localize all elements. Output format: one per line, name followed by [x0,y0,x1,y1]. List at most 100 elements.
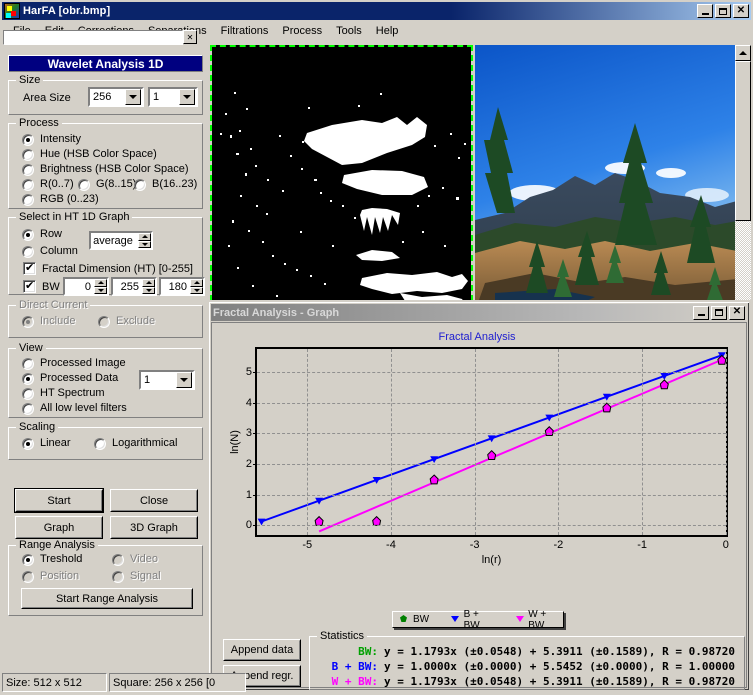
source-photo[interactable] [475,45,735,311]
start-button[interactable]: Start [15,489,103,512]
radio-treshold[interactable] [22,554,34,566]
menu-tools[interactable]: Tools [329,23,369,39]
label-processed-image: Processed Image [40,357,126,369]
mini-horizontal-scrollbar[interactable]: ✕ [3,30,197,45]
label-all-low-level-filters: All low level filters [40,402,127,414]
radio-intensity[interactable] [22,134,34,146]
x-tick-label: -1 [637,539,647,551]
radio-row[interactable] [22,229,34,241]
processed-data-index-combo[interactable]: 1 [139,370,195,390]
gridline-vertical [390,349,392,535]
close-button[interactable]: ✕ [733,4,749,18]
bw-max-spinner[interactable]: 255 [111,277,157,296]
label-processed-data: Processed Data [40,372,119,384]
caret-up-icon [739,51,747,55]
spinner-down-icon[interactable] [94,286,107,294]
start-range-analysis-button[interactable]: Start Range Analysis [21,588,193,609]
y-tick-mark [253,402,257,404]
graph-maximize-button[interactable] [711,305,727,320]
stats-equation-bw: y = 1.1793x (±0.0548) + 5.3911 (±0.1589)… [384,645,735,658]
x-tick-label: -5 [302,539,313,551]
y-tick-label: 4 [245,396,252,409]
radio-ht-spectrum[interactable] [22,388,34,400]
select-ht-group: Select in HT 1D Graph Row Column average… [8,211,205,296]
size-group-label: Size [16,74,44,86]
scrollbar-thumb[interactable] [735,61,751,221]
radio-processed-image[interactable] [22,358,34,370]
radio-linear[interactable] [22,438,34,450]
radio-hue[interactable] [22,149,34,161]
channel-combo[interactable]: 1 [148,87,198,107]
graph-window-body: Fractal Analysis ln(N) ln(r) -5 -4 -3 -2 -1 0… [211,322,747,690]
radio-logarithmical[interactable] [94,438,106,450]
radio-processed-data[interactable] [22,373,34,385]
append-data-button[interactable]: Append data [223,639,301,661]
start-button-label: Start [47,494,71,507]
spinner-buttons[interactable] [138,233,151,248]
radio-brightness[interactable] [22,164,34,176]
label-signal: Signal [130,570,161,582]
menu-help[interactable]: Help [369,23,406,39]
checkbox-bw[interactable] [23,279,36,293]
radio-column[interactable] [22,246,34,258]
mini-scroll-close-icon[interactable]: ✕ [183,30,197,44]
radio-g[interactable] [78,179,90,191]
x-tick-label: -2 [553,539,564,551]
data-point [429,474,439,485]
graph3d-button[interactable]: 3D Graph [110,516,198,539]
gridline-horizontal [257,494,726,496]
menu-process[interactable]: Process [275,23,329,39]
graph-window-title: Fractal Analysis - Graph [213,306,340,319]
chevron-down-icon[interactable] [176,372,192,388]
graph-minimize-button[interactable] [693,305,709,320]
spinner-up-icon[interactable] [94,279,107,287]
y-tick-label: 5 [245,365,252,378]
bw-threshold-spinner[interactable]: 180 [159,277,205,296]
menu-filtrations[interactable]: Filtrations [214,23,276,39]
spinner-up-icon[interactable] [138,233,151,241]
scroll-up-button[interactable] [735,45,751,61]
view-group-label: View [16,342,46,354]
graph-button[interactable]: Graph [15,516,103,539]
radio-dc-exclude [98,316,110,328]
gridline-vertical [725,349,727,535]
label-row: Row [40,228,63,240]
close-icon: ✕ [732,306,742,317]
spinner-up-icon[interactable] [190,279,203,287]
chart-title: Fractal Analysis [438,331,516,343]
stats-row-b-bw: B + BW: y = 1.0000x (±0.0000) + 5.5452 (±… [316,660,735,673]
window-title: HarFA [obr.bmp] [23,5,111,17]
direct-current-group-label: Direct Current [16,299,91,311]
channel-value: 1 [153,91,160,103]
binarized-image[interactable] [212,45,471,311]
gridline-vertical [558,349,560,535]
panel-title: Wavelet Analysis 1D [8,55,203,72]
spinner-down-icon[interactable] [142,286,155,294]
row-average-spinner[interactable]: average [89,231,153,250]
statusbar: Size: 512 x 512 Square: 256 x 256 [0 [2,673,751,692]
radio-r[interactable] [22,179,34,191]
bw-min-spinner[interactable]: 0 [63,277,109,296]
spinner-down-icon[interactable] [190,286,203,294]
processed-data-index-value: 1 [144,374,151,386]
radio-all-low-level-filters[interactable] [22,403,34,415]
spinner-up-icon[interactable] [142,279,155,287]
chevron-down-icon[interactable] [125,89,141,105]
chevron-down-icon[interactable] [179,89,195,105]
mini-scroll-track[interactable] [3,30,183,45]
process-group-label: Process [16,117,62,129]
maximize-button[interactable] [715,4,731,18]
radio-b[interactable] [134,179,146,191]
close-button-panel[interactable]: Close [110,489,198,512]
view-group: View Processed Image Processed Data HT S… [8,342,203,418]
data-point [372,515,382,526]
checkbox-fractal-dimension[interactable] [23,261,36,275]
radio-rgb[interactable] [22,194,34,206]
label-linear: Linear [40,437,71,449]
minimize-button[interactable] [697,4,713,18]
gridline-horizontal [257,525,726,527]
graph-close-button[interactable]: ✕ [729,305,745,320]
spinner-down-icon[interactable] [138,240,151,248]
area-size-combo[interactable]: 256 [88,87,144,107]
fractal-analysis-graph-window: Fractal Analysis - Graph ✕ Fractal Analy… [207,300,751,692]
